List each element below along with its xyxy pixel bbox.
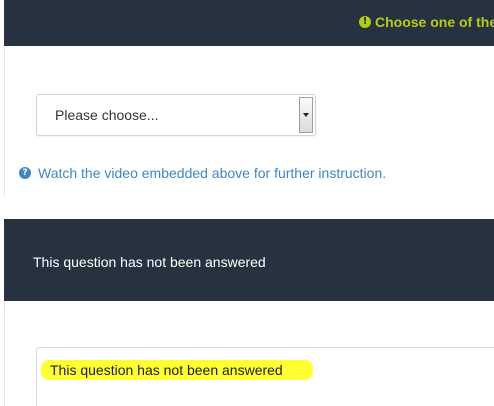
chevron-down-icon[interactable] [299,97,313,133]
page: ! Choose one of the Please choose... ? W… [0,0,494,406]
question-header: ! Choose one of the [4,0,494,46]
validation-warning: ! Choose one of the [359,14,494,30]
answer-select-value: Please choose... [55,107,159,123]
answer-display-text: This question has not been answered [41,360,313,380]
answer-status-title: This question has not been answered [33,254,266,270]
answer-status-header: This question has not been answered [4,219,494,301]
help-text: ? Watch the video embedded above for fur… [19,165,386,181]
help-text-label: Watch the video embedded above for furth… [38,165,387,181]
answer-select[interactable]: Please choose... [36,94,316,136]
exclamation-circle-icon: ! [359,16,371,28]
question-circle-icon: ? [19,167,31,179]
validation-warning-text: Choose one of the [375,14,494,30]
